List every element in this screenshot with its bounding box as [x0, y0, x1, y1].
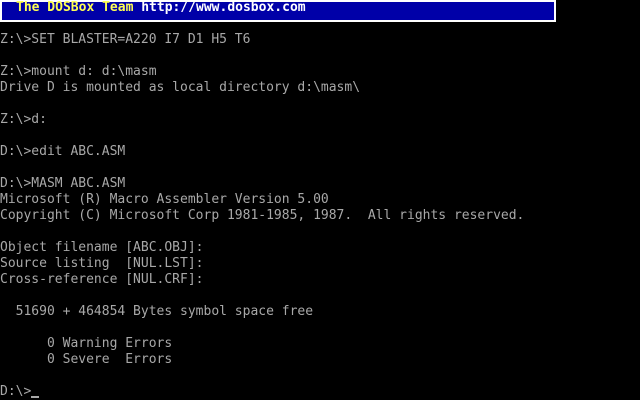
- terminal-line: Copyright (C) Microsoft Corp 1981-1985, …: [0, 208, 525, 223]
- dosbox-banner: The DOSBox Team http://www.dosbox.com: [0, 0, 556, 22]
- command-prompt-line[interactable]: D:\>: [0, 384, 640, 400]
- terminal-line: 0 Severe Errors: [0, 352, 173, 367]
- terminal-line: Z:\>mount d: d:\masm: [0, 64, 157, 79]
- command-prompt: D:\>: [0, 384, 32, 399]
- terminal-line: Source listing [NUL.LST]:: [0, 256, 204, 271]
- terminal-line: Drive D is mounted as local directory d:…: [0, 80, 361, 95]
- terminal-line: 51690 + 464854 Bytes symbol space free: [0, 304, 314, 319]
- terminal-line: Z:\>d:: [0, 112, 47, 127]
- terminal-line: D:\>edit ABC.ASM: [0, 144, 126, 159]
- dosbox-screen[interactable]: The DOSBox Team http://www.dosbox.com Z:…: [0, 0, 640, 400]
- banner-url: http://www.dosbox.com: [141, 0, 306, 15]
- banner-team-name: The DOSBox Team: [16, 0, 134, 15]
- terminal-line: Microsoft (R) Macro Assembler Version 5.…: [0, 192, 329, 207]
- terminal-output: Z:\>SET BLASTER=A220 I7 D1 H5 T6 Z:\>mou…: [0, 32, 640, 400]
- terminal-line: Object filename [ABC.OBJ]:: [0, 240, 204, 255]
- banner-line: The DOSBox Team http://www.dosbox.com: [16, 0, 306, 16]
- terminal-line: 0 Warning Errors: [0, 336, 173, 351]
- terminal-line: D:\>MASM ABC.ASM: [0, 176, 126, 191]
- terminal-line: Cross-reference [NUL.CRF]:: [0, 272, 204, 287]
- text-cursor: [31, 396, 40, 398]
- terminal-line: Z:\>SET BLASTER=A220 I7 D1 H5 T6: [0, 32, 251, 47]
